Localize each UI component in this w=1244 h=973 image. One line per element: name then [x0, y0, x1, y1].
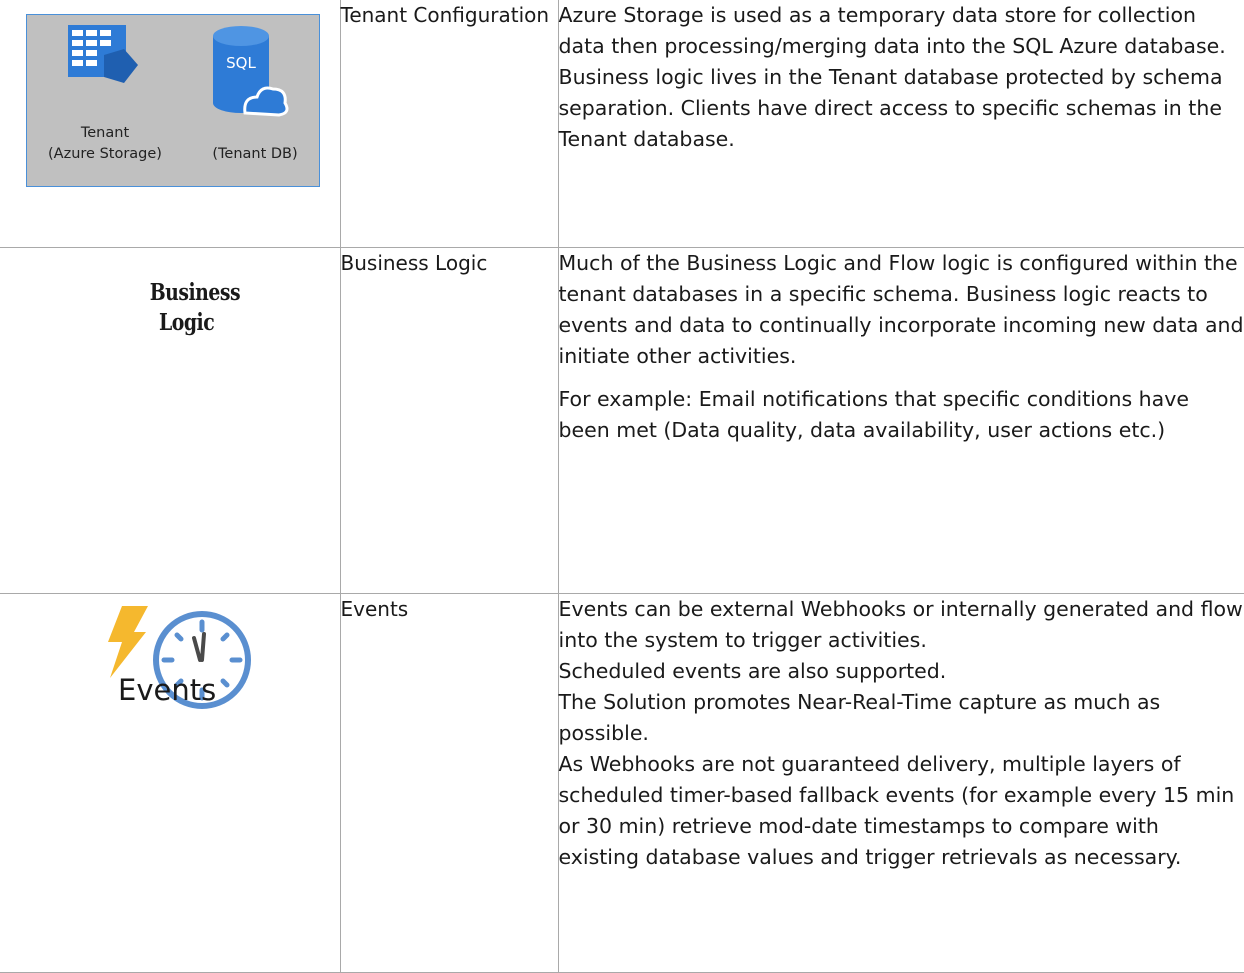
icon-cell: Events — [0, 593, 340, 972]
table-row: Events Events Events can be external Web… — [0, 593, 1244, 972]
description-line: As Webhooks are not guaranteed delivery,… — [559, 749, 1244, 873]
description-line: Events can be external Webhooks or inter… — [559, 594, 1244, 656]
description-line: The Solution promotes Near-Real-Time cap… — [559, 687, 1244, 749]
component-name: Business Logic — [340, 247, 558, 593]
component-name: Events — [340, 593, 558, 972]
tenant-icon-panel: Tenant (Azure Storage) SQL (Tenant DB) — [26, 14, 320, 187]
description-line: Scheduled events are also supported. — [559, 656, 1244, 687]
icon-cell: Tenant (Azure Storage) SQL (Tenant DB) — [0, 0, 340, 247]
description-paragraph: For example: Email notifications that sp… — [559, 384, 1244, 446]
events-icon-label: Events — [118, 672, 216, 708]
icon-cell: Business Logic — [0, 247, 340, 593]
sql-database-icon: SQL — [211, 23, 291, 125]
description-paragraph: Much of the Business Logic and Flow logi… — [559, 248, 1244, 372]
icon-label-tenant-db: (Tenant DB) — [195, 144, 315, 165]
table-row: Business Logic Business Logic Much of th… — [0, 247, 1244, 593]
storage-table-icon — [68, 25, 138, 85]
events-icon-group: Events — [0, 594, 340, 744]
description-paragraph: Azure Storage is used as a temporary dat… — [559, 0, 1244, 155]
component-description: Azure Storage is used as a temporary dat… — [558, 0, 1244, 247]
component-description: Events can be external Webhooks or inter… — [558, 593, 1244, 972]
component-name: Tenant Configuration — [340, 0, 558, 247]
component-table: Tenant (Azure Storage) SQL (Tenant DB) T… — [0, 0, 1244, 973]
lightning-icon — [104, 606, 150, 678]
component-description: Much of the Business Logic and Flow logi… — [558, 247, 1244, 593]
table-row: Tenant (Azure Storage) SQL (Tenant DB) T… — [0, 0, 1244, 247]
business-logic-icon-title: Business Logic — [150, 278, 224, 338]
icon-label-azure-storage: (Azure Storage) — [19, 144, 191, 165]
icon-label-tenant: Tenant — [47, 123, 163, 144]
sql-icon-text: SQL — [226, 54, 256, 72]
